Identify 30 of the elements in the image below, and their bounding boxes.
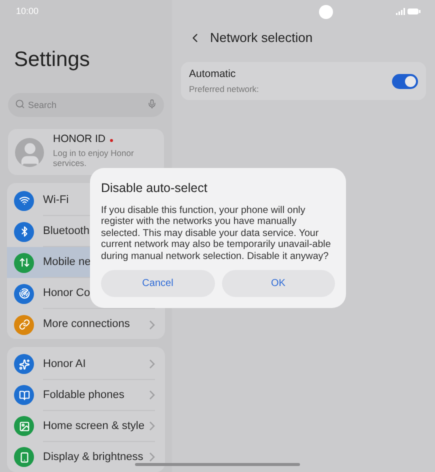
search-field[interactable]: Search	[8, 93, 164, 118]
item-label: Mobile ne	[43, 254, 91, 270]
settings-item[interactable]: Foldable phones	[7, 380, 165, 411]
item-label: Honor Co	[43, 286, 90, 301]
setting-subtitle: Preferred network:	[189, 82, 260, 96]
mic-icon	[147, 99, 157, 110]
dialog-button[interactable]: Cancel	[101, 270, 214, 298]
dialog-button[interactable]: OK	[222, 270, 335, 298]
item-label: More connections	[43, 317, 130, 332]
item-label: Wi-Fi	[43, 192, 69, 208]
settings-item[interactable]: Honor AI	[7, 348, 165, 380]
setting-label: Automatic	[189, 66, 237, 82]
account-name: HONOR ID	[53, 132, 106, 148]
account-card[interactable]: HONOR ID Log in to enjoy Honor services.	[8, 129, 164, 176]
settings-item[interactable]: Home screen & style	[7, 410, 165, 442]
item-label: Home screen & style	[43, 418, 144, 434]
avatar-icon	[15, 138, 44, 167]
item-label: Bluetooth	[43, 224, 90, 239]
account-subtitle: Log in to enjoy Honor services.	[53, 148, 135, 168]
item-label: Display & brightness	[43, 450, 144, 466]
dialog-title: Disable auto-select	[101, 180, 208, 197]
settings-item[interactable]: More connections	[7, 309, 165, 339]
status-time: 10:00	[16, 4, 39, 18]
page-title: Network selection	[210, 29, 313, 48]
search-icon	[15, 99, 25, 110]
toggle-switch[interactable]	[392, 74, 418, 88]
item-label: Foldable phones	[43, 388, 124, 403]
item-label: Honor AI	[43, 356, 86, 372]
status-icons	[396, 8, 421, 15]
settings-title: Settings	[14, 46, 90, 73]
